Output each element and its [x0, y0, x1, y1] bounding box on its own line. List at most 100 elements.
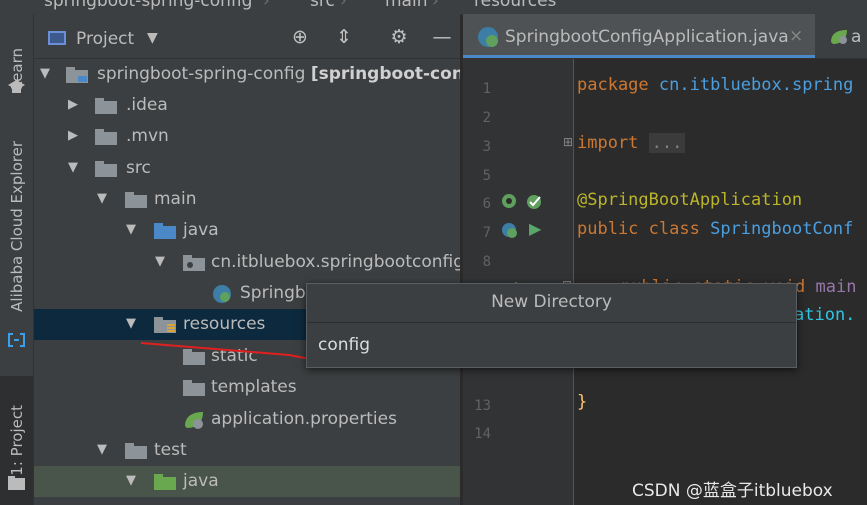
code-line-7: public class SpringbootConf	[577, 219, 853, 239]
dialog-title: New Directory	[491, 292, 612, 312]
tree-item-label: .mvn	[126, 126, 169, 146]
directory-name-input[interactable]	[307, 323, 796, 366]
code-line-10: ation.	[794, 305, 855, 325]
package-name: cn.itbluebox.spring	[658, 75, 854, 95]
project-view-icon	[48, 31, 66, 45]
source-folder-icon	[154, 223, 176, 239]
package-icon	[183, 255, 205, 271]
close-icon[interactable]: ×	[789, 26, 803, 46]
spring-properties-icon	[831, 30, 847, 44]
line-number: 8	[482, 254, 491, 270]
tree-item-module-root[interactable]: ▼ springboot-spring-config [springboot-c…	[34, 59, 460, 90]
tree-item-mvn[interactable]: ▶ .mvn	[34, 121, 460, 152]
collapsed-arrow-icon[interactable]: ▶	[66, 128, 80, 143]
expanded-arrow-icon[interactable]: ▼	[153, 254, 167, 269]
keyword: public class	[577, 219, 700, 239]
tree-item-package[interactable]: ▼ cn.itbluebox.springbootconfig	[34, 247, 460, 278]
tree-item-label: java	[183, 471, 219, 491]
minimize-icon[interactable]: —	[430, 26, 454, 48]
editor-tabs: SpringbootConfigApplication.java × a	[463, 14, 867, 59]
project-tab-label: 1: Project	[7, 405, 26, 476]
tree-item-java-main[interactable]: ▼ java	[34, 215, 460, 246]
tree-item-label: springboot-spring-config [springboot-con…	[97, 64, 460, 84]
line-number: 14	[474, 426, 491, 442]
breadcrumb-item-main[interactable]: main	[385, 0, 427, 11]
breadcrumb-item-resources[interactable]: resources	[474, 0, 556, 11]
code-line-1: package cn.itbluebox.spring	[577, 75, 853, 95]
expanded-arrow-icon[interactable]: ▼	[124, 222, 138, 237]
keyword: package	[577, 75, 649, 95]
tab-label: a	[851, 27, 862, 47]
code-editor: SpringbootConfigApplication.java × a 1 2…	[463, 14, 867, 505]
code-line-6: @SpringBootApplication	[577, 190, 803, 210]
left-tool-strip: Learn Alibaba Cloud Explorer 1: Project	[0, 14, 34, 505]
code-line-3: import ...	[577, 133, 686, 153]
line-number: 5	[482, 168, 491, 184]
tree-item-label: main	[154, 189, 197, 209]
project-panel: Project ▼ ⊕ ⇕ ⚙ — ▼ springboot-spring-co…	[34, 14, 460, 505]
new-directory-dialog: New Directory	[306, 283, 797, 368]
resources-folder-icon	[154, 317, 176, 333]
tree-item-idea[interactable]: ▶ .idea	[34, 90, 460, 121]
tree-item-main[interactable]: ▼ main	[34, 184, 460, 215]
folder-icon	[95, 161, 117, 177]
project-view-title[interactable]: Project	[76, 29, 134, 49]
code-fragment: ation.	[794, 305, 856, 325]
learn-tool-tab[interactable]: Learn	[0, 24, 33, 114]
alibaba-tab-label: Alibaba Cloud Explorer	[7, 140, 26, 312]
spring-class-icon	[478, 27, 498, 47]
tree-item-test[interactable]: ▼ test	[34, 435, 460, 466]
folder-icon	[125, 192, 147, 208]
tree-item-java-test[interactable]: ▼ java	[34, 466, 460, 497]
navigation-breadcrumb: springboot-spring-config › src › main › …	[0, 0, 867, 15]
folder-icon	[95, 98, 117, 114]
spring-properties-icon	[185, 412, 203, 429]
run-icon[interactable]: ▶	[529, 219, 541, 238]
spring-configuration-icon[interactable]	[525, 192, 545, 212]
alibaba-cloud-explorer-tab[interactable]: Alibaba Cloud Explorer	[0, 126, 33, 326]
project-panel-header: Project ▼ ⊕ ⇕ ⚙ —	[34, 14, 460, 59]
module-folder-icon	[66, 67, 88, 83]
collapse-all-icon[interactable]: ⇕	[332, 26, 356, 48]
breadcrumb-separator: ›	[263, 0, 270, 11]
breadcrumb-separator: ›	[340, 0, 347, 11]
expanded-arrow-icon[interactable]: ▼	[95, 442, 109, 457]
expanded-arrow-icon[interactable]: ▼	[124, 473, 138, 488]
tab-second-file[interactable]: a	[819, 14, 867, 58]
folded-imports[interactable]: ...	[648, 133, 686, 153]
tree-item-src[interactable]: ▼ src	[34, 153, 460, 184]
breadcrumb-separator: ›	[432, 0, 439, 11]
line-number: 6	[482, 196, 491, 212]
breadcrumb-item-src[interactable]: src	[310, 0, 335, 11]
breadcrumb-item-project[interactable]: springboot-spring-config	[44, 0, 252, 11]
tab-springboot-config-application[interactable]: SpringbootConfigApplication.java ×	[463, 14, 815, 58]
spring-class-icon[interactable]	[500, 221, 520, 241]
tree-item-label: .idea	[126, 95, 168, 115]
expanded-arrow-icon[interactable]: ▼	[95, 191, 109, 206]
tree-item-application-properties[interactable]: application.properties	[34, 404, 460, 435]
expanded-arrow-icon[interactable]: ▼	[38, 66, 52, 81]
expanded-arrow-icon[interactable]: ▼	[124, 316, 138, 331]
fold-plus-icon[interactable]: ⊞	[563, 135, 573, 149]
gear-icon[interactable]: ⚙	[387, 26, 411, 48]
tree-item-label: cn.itbluebox.springbootconfig	[211, 252, 460, 272]
tree-item-label: src	[126, 158, 151, 178]
tree-item-label: Springbo	[240, 283, 317, 303]
spring-class-icon	[213, 285, 231, 303]
spring-bean-icon[interactable]	[500, 192, 520, 212]
line-number: 13	[474, 398, 491, 414]
watermark-text: CSDN @蓝盒子itbluebox	[632, 481, 833, 501]
crosshair-locate-icon[interactable]: ⊕	[288, 26, 312, 48]
folder-icon	[95, 129, 117, 145]
alibaba-cloud-icon	[8, 333, 25, 347]
graduation-cap-icon	[8, 80, 25, 93]
collapsed-arrow-icon[interactable]: ▶	[66, 97, 80, 112]
expanded-arrow-icon[interactable]: ▼	[66, 160, 80, 175]
tree-item-label: java	[183, 220, 219, 240]
tree-item-label: test	[154, 440, 187, 460]
keyword: import	[577, 133, 639, 153]
chevron-down-icon[interactable]: ▼	[147, 30, 158, 46]
code-area[interactable]: package cn.itbluebox.spring import ... @…	[577, 59, 867, 505]
tree-item-templates[interactable]: templates	[34, 372, 460, 403]
line-number: 7	[482, 225, 491, 241]
